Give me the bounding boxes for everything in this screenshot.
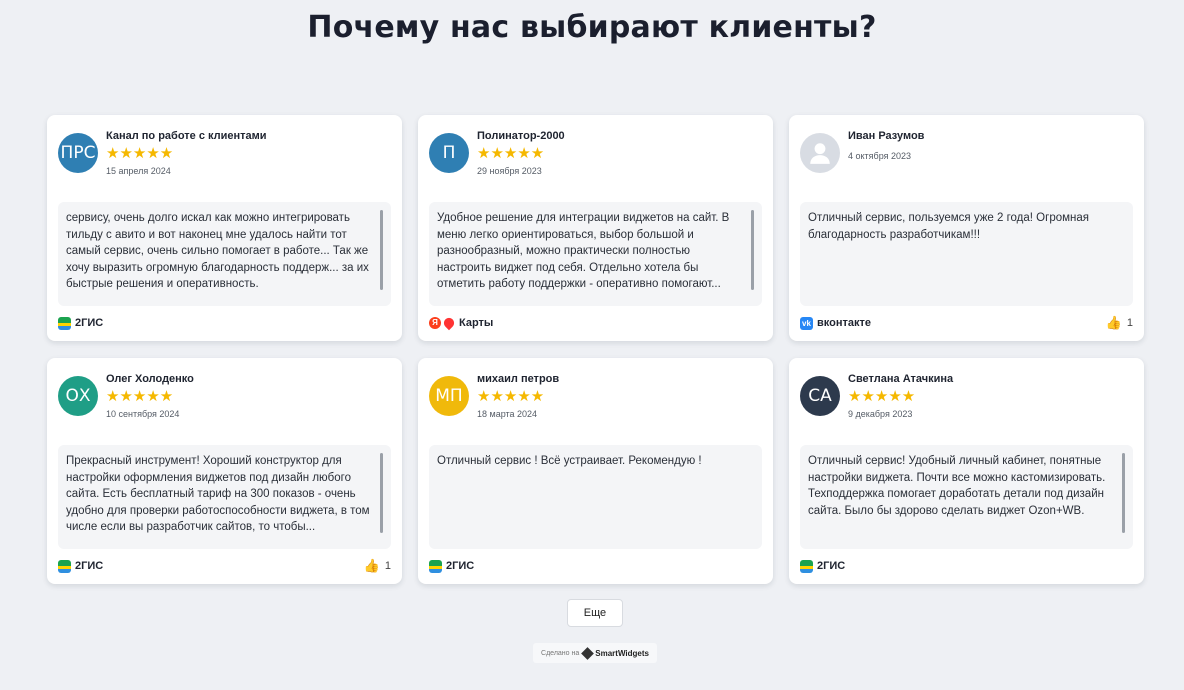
avatar: ПРС xyxy=(58,133,98,173)
rating-stars-icon: ★★★★★ xyxy=(477,388,545,405)
review-footer: 2ГИС 👍 1 xyxy=(58,558,391,574)
review-header: ПРС Канал по работе с клиентами ★★★★★ 15… xyxy=(58,128,391,188)
avatar-initials: СА xyxy=(808,386,832,406)
review-text-box[interactable]: Отличный сервис ! Всё устраивает. Рекоме… xyxy=(429,445,762,549)
review-text-box[interactable]: Отличный сервис, пользуемся уже 2 года! … xyxy=(800,202,1133,306)
thumbs-up-icon: 👍 xyxy=(363,558,380,573)
avatar-initials: МП xyxy=(435,386,463,406)
page-title: Почему нас выбирают клиенты? xyxy=(307,10,877,45)
review-text-box[interactable]: Удобное решение для интеграции виджетов … xyxy=(429,202,762,306)
review-source[interactable]: vk вконтакте xyxy=(800,316,872,330)
review-footer: vk вконтакте 👍 1 xyxy=(800,315,1133,331)
review-card: ОХ Олег Холоденко ★★★★★ 10 сентября 2024… xyxy=(47,358,402,584)
review-card: ПРС Канал по работе с клиентами ★★★★★ 15… xyxy=(47,115,402,341)
user-placeholder-icon xyxy=(810,143,830,164)
2gis-icon xyxy=(58,316,71,330)
review-footer: 2ГИС xyxy=(58,315,391,331)
reviewer-name: Светлана Атачкина xyxy=(848,373,954,385)
made-with-label: Сделано на xyxy=(541,649,580,657)
smartwidgets-logo-icon xyxy=(581,646,595,660)
2gis-icon xyxy=(429,559,442,573)
source-label: вконтакте xyxy=(817,317,872,329)
made-with-badge[interactable]: Сделано на SmartWidgets xyxy=(533,643,657,663)
vk-icon: vk xyxy=(800,316,813,330)
review-date: 4 октября 2023 xyxy=(848,151,911,161)
source-label: Карты xyxy=(459,317,494,329)
rating-stars-icon: ★★★★★ xyxy=(848,388,916,405)
avatar: СА xyxy=(800,376,840,416)
2gis-icon xyxy=(800,559,813,573)
review-header: Иван Разумов 4 октября 2023 xyxy=(800,128,1133,188)
reviewer-name: Полинатор-2000 xyxy=(477,130,565,142)
review-text: Удобное решение для интеграции виджетов … xyxy=(437,212,730,290)
like-count: 1 xyxy=(1126,317,1133,329)
like-button[interactable]: 👍 1 xyxy=(1106,315,1133,331)
review-header: ОХ Олег Холоденко ★★★★★ 10 сентября 2024 xyxy=(58,371,391,431)
yandex-maps-icon: Я xyxy=(429,315,457,331)
reviewer-name: михаил петров xyxy=(477,373,560,385)
review-source[interactable]: Я Карты xyxy=(429,315,494,331)
review-source[interactable]: 2ГИС xyxy=(800,559,846,573)
2gis-icon xyxy=(58,559,71,573)
scrollbar[interactable] xyxy=(380,210,383,290)
reviews-grid: ПРС Канал по работе с клиентами ★★★★★ 15… xyxy=(47,115,1144,584)
source-label: 2ГИС xyxy=(446,560,475,572)
review-text-box[interactable]: Прекрасный инструмент! Хороший конструкт… xyxy=(58,445,391,549)
review-text: Отличный сервис ! Всё устраивает. Рекоме… xyxy=(437,455,702,467)
review-header: СА Светлана Атачкина ★★★★★ 9 декабря 202… xyxy=(800,371,1133,431)
review-date: 10 сентября 2024 xyxy=(106,409,180,419)
review-card: СА Светлана Атачкина ★★★★★ 9 декабря 202… xyxy=(789,358,1144,584)
review-text: Отличный сервис! Удобный личный кабинет,… xyxy=(808,455,1106,517)
avatar: П xyxy=(429,133,469,173)
review-date: 9 декабря 2023 xyxy=(848,409,913,419)
avatar xyxy=(800,133,840,173)
rating-stars-icon: ★★★★★ xyxy=(106,145,174,162)
thumbs-up-icon: 👍 xyxy=(1105,315,1122,330)
review-source[interactable]: 2ГИС xyxy=(58,559,104,573)
review-text: сервису, очень долго искал как можно инт… xyxy=(66,212,369,290)
review-header: МП михаил петров ★★★★★ 18 марта 2024 xyxy=(429,371,762,431)
review-text: Прекрасный инструмент! Хороший конструкт… xyxy=(66,455,370,533)
scrollbar[interactable] xyxy=(751,210,754,290)
review-card: МП михаил петров ★★★★★ 18 марта 2024 Отл… xyxy=(418,358,773,584)
reviewer-name: Иван Разумов xyxy=(848,130,925,142)
review-date: 15 апреля 2024 xyxy=(106,166,171,176)
review-text-box[interactable]: сервису, очень долго искал как можно инт… xyxy=(58,202,391,306)
brand-name: SmartWidgets xyxy=(595,648,649,658)
avatar-initials: ПРС xyxy=(60,143,96,163)
reviewer-name: Канал по работе с клиентами xyxy=(106,130,267,142)
review-text-box[interactable]: Отличный сервис! Удобный личный кабинет,… xyxy=(800,445,1133,549)
review-source[interactable]: 2ГИС xyxy=(429,559,475,573)
scrollbar[interactable] xyxy=(1122,453,1125,533)
like-count: 1 xyxy=(384,560,391,572)
review-date: 29 ноября 2023 xyxy=(477,166,542,176)
reviewer-name: Олег Холоденко xyxy=(106,373,194,385)
avatar: МП xyxy=(429,376,469,416)
scrollbar[interactable] xyxy=(380,453,383,533)
source-label: 2ГИС xyxy=(817,560,846,572)
rating-stars-icon: ★★★★★ xyxy=(477,145,545,162)
review-card: Иван Разумов 4 октября 2023 Отличный сер… xyxy=(789,115,1144,341)
source-label: 2ГИС xyxy=(75,317,104,329)
review-date: 18 марта 2024 xyxy=(477,409,538,419)
avatar-initials: ОХ xyxy=(65,386,91,406)
avatar-initials: П xyxy=(442,143,456,163)
source-label: 2ГИС xyxy=(75,560,104,572)
more-button[interactable]: Еще xyxy=(567,599,623,627)
review-footer: 2ГИС xyxy=(429,558,762,574)
review-card: П Полинатор-2000 ★★★★★ 29 ноября 2023 Уд… xyxy=(418,115,773,341)
review-source[interactable]: 2ГИС xyxy=(58,316,104,330)
avatar: ОХ xyxy=(58,376,98,416)
review-footer: Я Карты xyxy=(429,315,762,331)
review-text: Отличный сервис, пользуемся уже 2 года! … xyxy=(808,212,1089,241)
review-header: П Полинатор-2000 ★★★★★ 29 ноября 2023 xyxy=(429,128,762,188)
rating-stars-icon: ★★★★★ xyxy=(106,388,174,405)
like-button[interactable]: 👍 1 xyxy=(364,558,391,574)
review-footer: 2ГИС xyxy=(800,558,1133,574)
